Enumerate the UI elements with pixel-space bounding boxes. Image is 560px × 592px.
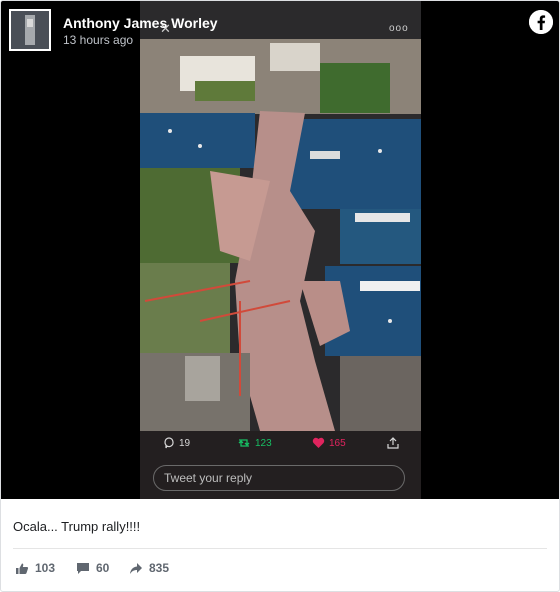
aerial-crowd-illustration xyxy=(140,1,421,499)
divider xyxy=(13,548,547,549)
retweet-icon xyxy=(238,439,250,447)
tweet-share-action[interactable] xyxy=(387,437,399,449)
tweet-reply-action[interactable]: 19 xyxy=(163,437,190,449)
post-caption: Ocala... Trump rally!!!! xyxy=(13,519,141,534)
share-icon xyxy=(387,437,399,449)
tweet-reply-count: 19 xyxy=(179,437,191,449)
like-count[interactable]: 103 xyxy=(15,561,55,575)
facebook-post-card: ✕ ooo 19 123 165 Tweet your reply Anthon… xyxy=(0,0,560,592)
comment-count[interactable]: 60 xyxy=(76,561,109,575)
share-count-value: 835 xyxy=(149,561,170,575)
post-media[interactable]: ✕ ooo 19 123 165 Tweet your reply Anthon… xyxy=(1,1,559,499)
comment-count-value: 60 xyxy=(96,561,110,575)
tweet-retweet-action[interactable]: 123 xyxy=(237,437,272,449)
comment-icon xyxy=(77,562,89,574)
facebook-logo-icon[interactable] xyxy=(529,10,553,34)
tweet-retweet-count: 123 xyxy=(255,437,272,449)
tweet-reply-input[interactable]: Tweet your reply xyxy=(153,465,405,491)
post-timestamp[interactable]: 13 hours ago xyxy=(63,33,133,47)
aerial-crowd-photo[interactable] xyxy=(140,1,421,499)
tweet-like-action[interactable]: 165 xyxy=(312,437,346,449)
avatar-image xyxy=(11,11,49,49)
like-count-value: 103 xyxy=(35,561,56,575)
tweet-like-count: 165 xyxy=(329,437,346,449)
avatar[interactable] xyxy=(9,9,51,51)
share-arrow-icon xyxy=(130,562,142,574)
author-name[interactable]: Anthony James Worley xyxy=(63,15,218,31)
reply-icon xyxy=(164,437,174,449)
heart-icon xyxy=(312,437,325,448)
facebook-f-glyph xyxy=(529,10,553,34)
like-icon xyxy=(16,563,29,574)
share-count[interactable]: 835 xyxy=(129,561,169,575)
post-header: Anthony James Worley 13 hours ago xyxy=(1,1,559,61)
